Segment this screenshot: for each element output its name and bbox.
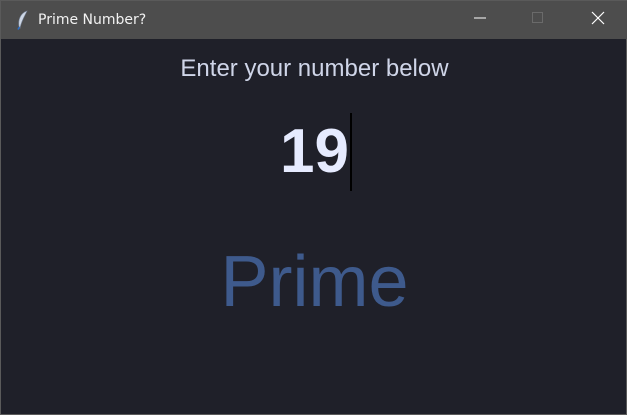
prompt-label: Enter your number below [180,55,449,82]
result-label: Prime [220,242,409,322]
minimize-button[interactable] [457,1,503,39]
feather-icon [15,10,31,30]
number-input-value[interactable]: 19 [280,121,349,183]
close-button[interactable] [575,1,621,39]
app-window: Prime Number? Enter your number below 19… [0,0,627,415]
number-input[interactable]: 19 [181,108,451,196]
maximize-icon [532,11,544,29]
text-cursor [349,113,352,191]
minimize-icon [474,11,486,29]
close-icon [591,11,605,30]
title-bar[interactable]: Prime Number? [1,0,627,39]
window-title: Prime Number? [38,12,147,28]
maximize-button[interactable] [515,1,561,39]
